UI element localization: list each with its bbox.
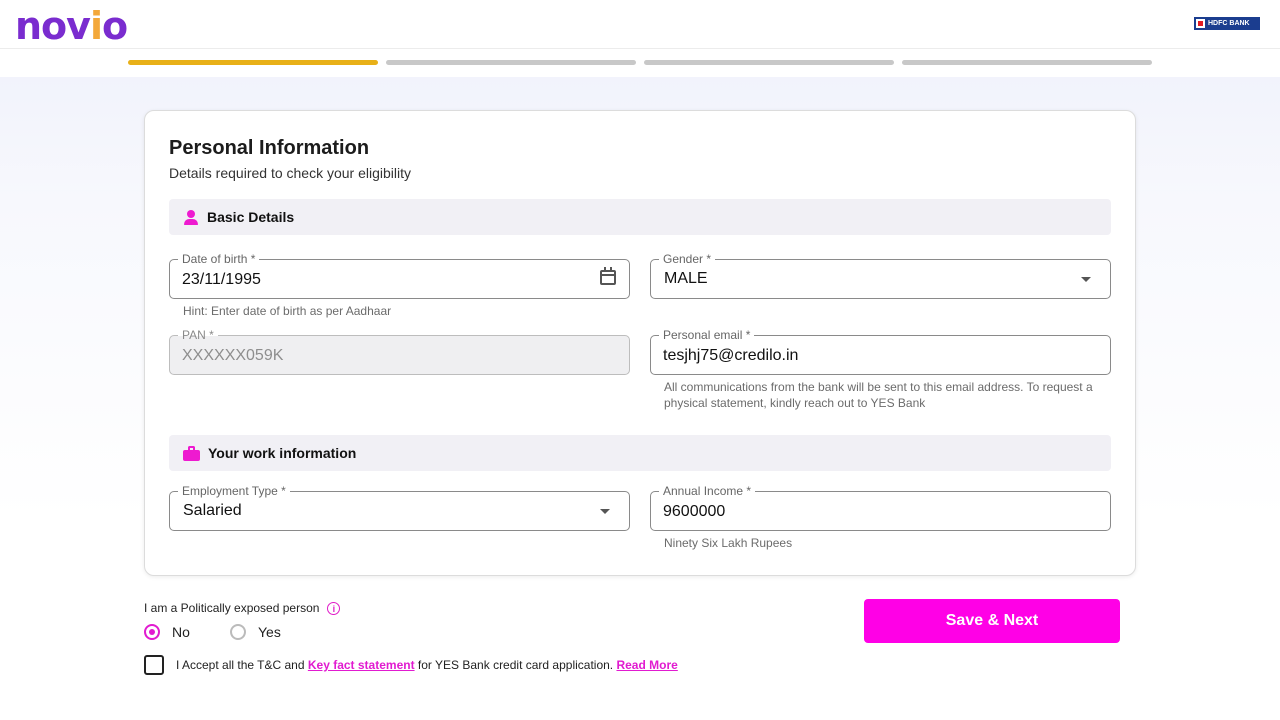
top-bar: novio HDFC BANK: [0, 0, 1280, 49]
personal-info-card: Personal Information Details required to…: [144, 110, 1136, 576]
briefcase-icon: [183, 446, 200, 461]
gender-label: Gender *: [659, 251, 716, 267]
email-value: tesjhj75@credilo.in: [663, 347, 799, 364]
step-4-indicator: [902, 60, 1152, 65]
terms-text: I Accept all the T&C and Key fact statem…: [176, 658, 678, 672]
info-icon[interactable]: i: [327, 602, 341, 615]
terms-row: I Accept all the T&C and Key fact statem…: [144, 655, 678, 675]
calendar-icon[interactable]: [600, 267, 616, 285]
email-label: Personal email *: [659, 327, 755, 343]
hdfc-bank-logo: HDFC BANK: [1194, 17, 1260, 30]
radio-yes[interactable]: [230, 624, 246, 640]
work-info-section: Your work information: [169, 435, 1111, 471]
chevron-down-icon: [1081, 277, 1091, 282]
employment-type-select[interactable]: Employment Type * Salaried: [169, 483, 630, 531]
dob-label: Date of birth *: [178, 251, 260, 267]
step-3-indicator: [644, 60, 894, 65]
radio-no[interactable]: [144, 624, 160, 640]
step-2-indicator: [386, 60, 636, 65]
income-label: Annual Income *: [659, 483, 756, 499]
key-fact-statement-link[interactable]: Key fact statement: [308, 658, 415, 672]
pan-label: PAN *: [178, 327, 218, 343]
terms-text-before: I Accept all the T&C and: [176, 658, 308, 672]
bank-logo-text: HDFC BANK: [1208, 20, 1250, 27]
dob-value: 23/11/1995: [182, 271, 261, 288]
save-next-button[interactable]: Save & Next: [864, 599, 1120, 643]
novio-logo[interactable]: novio: [15, 4, 128, 48]
pep-option-no[interactable]: No: [144, 624, 190, 640]
pan-field: PAN * XXXXXX059K: [169, 327, 630, 375]
income-hint: Ninety Six Lakh Rupees: [664, 536, 793, 550]
gender-select[interactable]: Gender * MALE: [650, 251, 1111, 299]
read-more-link[interactable]: Read More: [616, 658, 677, 672]
pep-option-yes[interactable]: Yes: [230, 624, 281, 640]
dob-hint: Hint: Enter date of birth as per Aadhaar: [183, 304, 392, 318]
step-1-indicator: [128, 60, 378, 65]
chevron-down-icon: [600, 509, 610, 514]
page-subtitle: Details required to check your eligibili…: [169, 165, 411, 181]
hdfc-mark-icon: [1196, 19, 1205, 28]
section-label: Basic Details: [207, 209, 295, 225]
pep-question: I am a Politically exposed person i: [144, 600, 341, 615]
email-hint-line1: All communications from the bank will be…: [664, 380, 1093, 394]
logo-text-pre: nov: [15, 4, 91, 48]
terms-text-middle: for YES Bank credit card application.: [414, 658, 617, 672]
income-value: 9600000: [663, 503, 726, 520]
basic-details-section: Basic Details: [169, 199, 1111, 235]
radio-no-label: No: [172, 624, 190, 640]
gender-value: MALE: [664, 270, 708, 287]
employment-value: Salaried: [183, 502, 242, 519]
logo-text-dot: i: [89, 4, 103, 48]
annual-income-field[interactable]: Annual Income * 9600000: [650, 483, 1111, 531]
section-label: Your work information: [208, 445, 357, 461]
pan-value: XXXXXX059K: [182, 347, 284, 364]
person-icon: [183, 209, 199, 225]
terms-checkbox[interactable]: [144, 655, 164, 675]
progress-stepper: [0, 49, 1280, 77]
dob-field[interactable]: Date of birth * 23/11/1995: [169, 251, 630, 299]
radio-yes-label: Yes: [258, 624, 281, 640]
email-field[interactable]: Personal email * tesjhj75@credilo.in: [650, 327, 1111, 375]
logo-text-post: o: [101, 4, 128, 48]
page-title: Personal Information: [169, 137, 370, 159]
pep-question-text: I am a Politically exposed person: [144, 600, 320, 615]
employment-label: Employment Type *: [178, 483, 290, 499]
email-hint-line2: physical statement, kindly reach out to …: [664, 396, 926, 410]
